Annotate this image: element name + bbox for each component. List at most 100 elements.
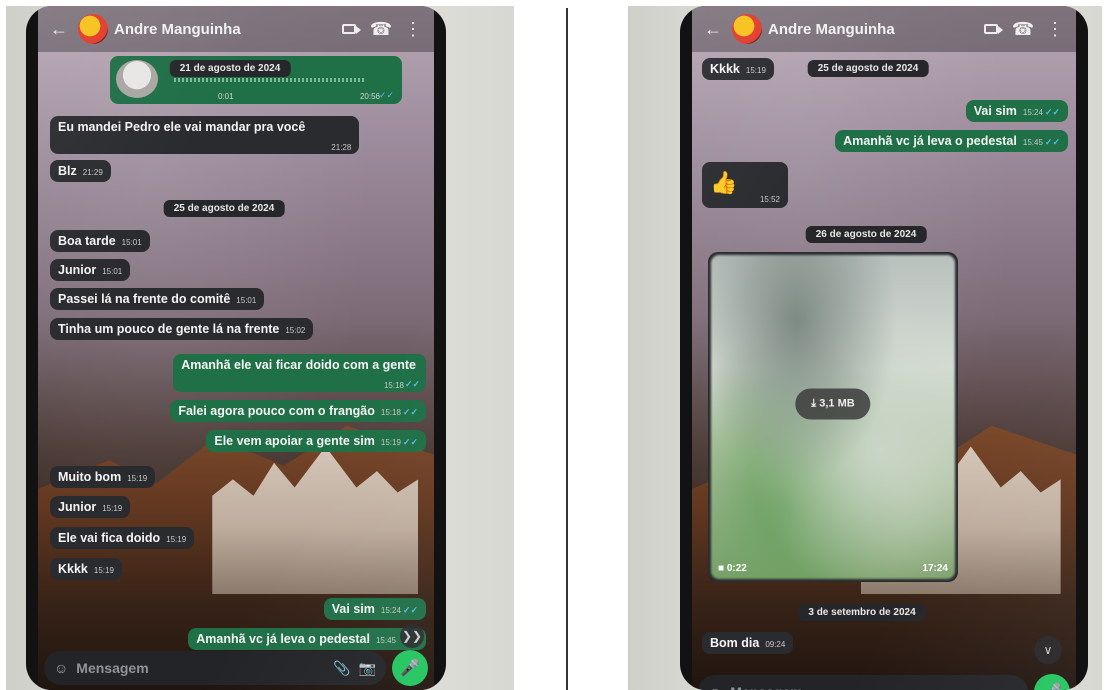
- camera-icon[interactable]: 📷: [359, 660, 376, 677]
- phone-icon[interactable]: ☎: [368, 16, 394, 42]
- emoji-icon[interactable]: ☺: [54, 660, 68, 676]
- message-text: Amanhã vc já leva o pedestal: [843, 134, 1017, 148]
- mic-button[interactable]: 🎤: [392, 650, 428, 686]
- read-ticks-icon: ✓✓: [402, 437, 418, 447]
- message-bubble-incoming[interactable]: Tinha um pouco de gente lá na frente 15:0…: [50, 318, 314, 340]
- date-divider: 26 de agosto de 2024: [805, 226, 927, 243]
- voice-duration: 0:01: [218, 92, 234, 101]
- message-bubble-outgoing[interactable]: Ele vem apoiar a gente sim 15:19 ✓✓: [206, 430, 426, 452]
- message-time: 15:52: [759, 195, 780, 204]
- message-text: Falei agora pouco com o frangão: [178, 404, 375, 418]
- right-screenshot-photo: ← Andre Manguinha ☎ ⋮ Kkkk 15:19 25 de ag…: [628, 6, 1102, 690]
- phone-icon[interactable]: ☎: [1010, 16, 1036, 42]
- message-bubble-outgoing[interactable]: Amanhã ele vai ficar doido com a gente 1…: [173, 354, 426, 392]
- contact-avatar[interactable]: [78, 14, 108, 44]
- message-text: Bom dia: [710, 636, 760, 650]
- message-bubble-outgoing[interactable]: Amanhã vc já leva o pedestal 15:45 ✓✓: [835, 130, 1068, 152]
- date-divider: 3 de setembro de 2024: [798, 604, 926, 621]
- message-text: Boa tarde: [58, 234, 116, 248]
- message-composer: ☺ Mensagem 📎 📷 🎤: [38, 646, 434, 690]
- video-duration: ■ 0:22: [718, 563, 747, 574]
- message-time: 15:18: [383, 381, 404, 390]
- contact-avatar[interactable]: [732, 14, 762, 44]
- download-icon: ⤓: [811, 397, 817, 410]
- chat-screen: ← Andre Manguinha ☎ ⋮ Kkkk 15:19 25 de ag…: [692, 6, 1076, 690]
- message-time: 15:45: [1022, 138, 1043, 147]
- menu-icon[interactable]: ⋮: [1042, 16, 1068, 42]
- message-time: 20:56: [359, 92, 380, 101]
- message-bubble-outgoing[interactable]: Vai sim 15:24 ✓✓: [965, 100, 1068, 122]
- message-time: 15:24: [380, 606, 401, 615]
- message-bubble-incoming[interactable]: Kkkk 15:19: [702, 58, 774, 80]
- read-ticks-icon: ✓✓: [404, 379, 420, 389]
- message-text: Vai sim: [973, 104, 1017, 118]
- message-text: Passei lá na frente do comitê: [58, 292, 231, 306]
- message-time: 15:19: [93, 566, 114, 575]
- date-divider: 25 de agosto de 2024: [163, 200, 285, 217]
- message-time: 15:45: [375, 636, 396, 645]
- video-message[interactable]: ⤓ 3,1 MB ■ 0:22 17:24: [708, 252, 958, 582]
- message-bubble-incoming[interactable]: Junior 15:01: [50, 259, 131, 281]
- read-ticks-icon: ✓✓: [1044, 107, 1060, 117]
- message-bubble-incoming[interactable]: Eu mandei Pedro ele vai mandar pra você …: [50, 116, 360, 154]
- message-text: Eu mandei Pedro ele vai mandar pra você: [58, 120, 306, 134]
- message-bubble-outgoing[interactable]: Vai sim 15:24 ✓✓: [323, 598, 426, 620]
- voice-message[interactable]: 21 de agosto de 2024 0:01 20:56 ✓✓: [110, 56, 402, 104]
- voice-waveform[interactable]: [174, 78, 366, 82]
- message-bubble-incoming[interactable]: Boa tarde 15:01: [50, 230, 150, 252]
- emoji-icon[interactable]: ☺: [708, 684, 722, 690]
- message-time: 15:02: [285, 326, 306, 335]
- message-bubble-incoming[interactable]: Junior 15:19: [50, 496, 131, 518]
- scroll-down-icon[interactable]: ∨: [1034, 636, 1062, 664]
- phone-frame: ← Andre Manguinha ☎ ⋮ Kkkk 15:19 25 de ag…: [680, 6, 1088, 690]
- message-bubble-incoming[interactable]: Muito bom 15:19: [50, 466, 156, 488]
- chat-screen: ← Andre Manguinha ☎ ⋮ 21 de agosto de 20…: [38, 6, 434, 690]
- contact-name[interactable]: Andre Manguinha: [114, 21, 330, 38]
- contact-name[interactable]: Andre Manguinha: [768, 21, 972, 38]
- message-text: Tinha um pouco de gente lá na frente: [58, 322, 280, 336]
- video-call-icon[interactable]: [978, 16, 1004, 42]
- download-button[interactable]: ⤓ 3,1 MB: [795, 388, 871, 420]
- message-input[interactable]: ☺ Mensagem: [698, 675, 1028, 690]
- message-text: Junior: [58, 263, 97, 277]
- message-bubble-outgoing[interactable]: Falei agora pouco com o frangão 15:18 ✓✓: [170, 400, 426, 422]
- message-bubble-incoming[interactable]: Passei lá na frente do comitê 15:01: [50, 288, 265, 310]
- message-input-placeholder[interactable]: Mensagem: [730, 684, 1018, 690]
- message-bubble-incoming[interactable]: Blz 21:29: [50, 160, 111, 182]
- message-text: Amanhã ele vai ficar doido com a gente: [181, 358, 416, 372]
- scroll-down-icon[interactable]: ❯❯: [400, 624, 424, 648]
- chat-messages: 21 de agosto de 2024 0:01 20:56 ✓✓ Eu ma…: [38, 56, 434, 650]
- message-time: 15:19: [102, 504, 123, 513]
- message-bubble-incoming[interactable]: Ele vai fica doido 15:19: [50, 527, 195, 549]
- menu-icon[interactable]: ⋮: [400, 16, 426, 42]
- message-input[interactable]: ☺ Mensagem 📎 📷: [44, 651, 386, 685]
- read-ticks-icon: ✓✓: [1044, 137, 1060, 147]
- message-text: Ele vem apoiar a gente sim: [214, 434, 375, 448]
- attach-icon[interactable]: 📎: [333, 660, 350, 677]
- chat-messages: Kkkk 15:19 25 de agosto de 2024 Vai sim 15…: [692, 56, 1076, 664]
- message-time: 09:24: [765, 640, 786, 649]
- image-divider: [566, 8, 568, 690]
- message-time: 15:18: [380, 408, 401, 417]
- file-size: 3,1 MB: [819, 397, 855, 410]
- message-time: 15:24: [1022, 108, 1043, 117]
- message-text: Amanhã vc já leva o pedestal: [196, 632, 370, 646]
- message-bubble-incoming[interactable]: 👍 15:52: [702, 162, 788, 208]
- back-arrow-icon[interactable]: ←: [46, 16, 72, 42]
- message-time: 15:19: [127, 474, 148, 483]
- chat-header: ← Andre Manguinha ☎ ⋮: [38, 6, 434, 52]
- message-bubble-incoming[interactable]: Kkkk 15:19: [50, 558, 122, 580]
- message-time: 15:01: [236, 296, 257, 305]
- message-time: 15:01: [102, 267, 123, 276]
- chat-header: ← Andre Manguinha ☎ ⋮: [692, 6, 1076, 52]
- message-bubble-incoming[interactable]: Bom dia 09:24: [702, 632, 794, 654]
- message-time: 15:01: [121, 238, 142, 247]
- back-arrow-icon[interactable]: ←: [700, 16, 726, 42]
- message-text: Blz: [58, 164, 77, 178]
- message-composer: ☺ Mensagem 🎤: [692, 670, 1076, 690]
- video-call-icon[interactable]: [336, 16, 362, 42]
- thumbs-up-icon: 👍: [710, 170, 738, 195]
- mic-button[interactable]: 🎤: [1034, 674, 1070, 690]
- date-divider: 21 de agosto de 2024: [169, 60, 291, 77]
- message-input-placeholder[interactable]: Mensagem: [76, 660, 325, 676]
